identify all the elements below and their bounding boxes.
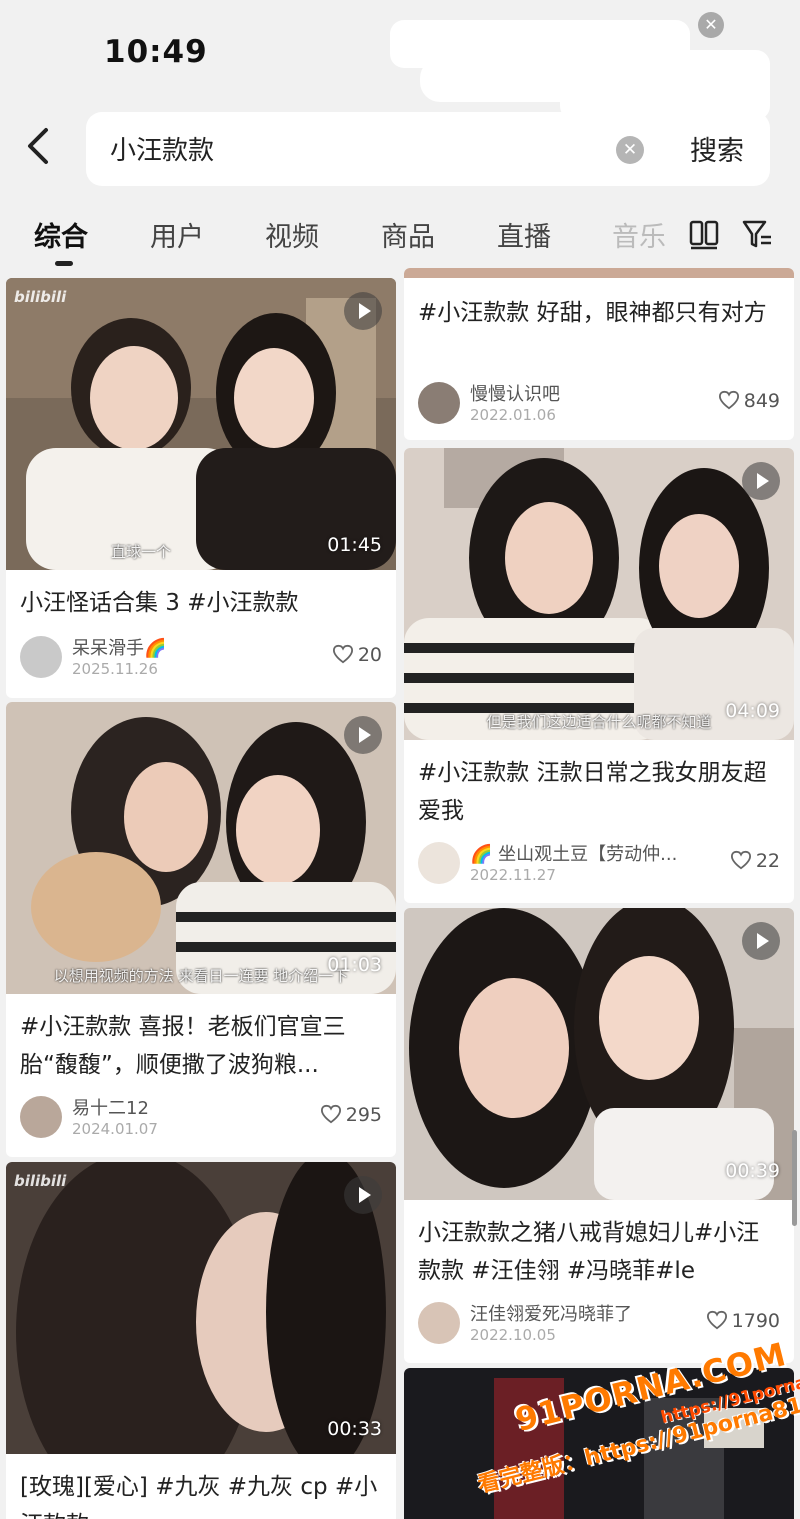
video-duration: 00:39 [725, 1160, 780, 1182]
video-card[interactable]: 以想用视频的方法 来看日一连要 地介绍一下 01:03 #小汪款款 喜报！老板们… [6, 702, 396, 1157]
thumbnail-image [404, 908, 794, 1200]
video-title[interactable]: #小汪款款 好甜，眼神都只有对方 [418, 294, 780, 332]
video-thumbnail[interactable]: 但是我们这边适合什么呢都不知道 04:09 [404, 448, 794, 740]
video-title[interactable]: #小汪款款 汪款日常之我女朋友超爱我 [418, 754, 780, 830]
heart-icon [718, 390, 739, 410]
video-card[interactable]: bilibili 直球一个 01:45 小汪怪话合集 3 #小汪款款 呆呆滑手🌈… [6, 278, 396, 698]
play-icon [742, 922, 780, 960]
video-thumbnail[interactable]: bilibili 直球一个 01:45 [6, 278, 396, 570]
like-count-value: 20 [357, 644, 382, 666]
like-count[interactable]: 22 [730, 850, 780, 872]
post-date: 2022.11.27 [470, 866, 556, 884]
video-meta: 汪佳翎爱死冯晓菲了 2022.10.05 1790 [418, 1300, 780, 1348]
author-name[interactable]: 呆呆滑手🌈 [72, 634, 166, 660]
avatar[interactable] [20, 1096, 62, 1138]
like-count[interactable]: 1790 [706, 1310, 780, 1332]
avatar[interactable] [418, 1302, 460, 1344]
back-button[interactable] [24, 126, 64, 170]
post-date: 2024.01.07 [72, 1120, 158, 1138]
avatar[interactable] [418, 382, 460, 424]
scrollbar[interactable] [792, 1130, 797, 1226]
author-name[interactable]: 汪佳翎爱死冯晓菲了 [470, 1300, 632, 1326]
clear-icon[interactable]: ✕ [616, 136, 644, 164]
thumbnail-image [6, 278, 396, 570]
video-meta: 🌈 坐山观土豆【劳动仲... 2022.11.27 22 [418, 840, 780, 888]
layout-toggle-icon[interactable] [688, 217, 720, 251]
video-card[interactable]: 但是我们这边适合什么呢都不知道 04:09 #小汪款款 汪款日常之我女朋友超爱我… [404, 448, 794, 903]
tab-music[interactable]: 音乐 [612, 215, 666, 254]
video-duration: 00:33 [327, 1418, 382, 1440]
video-card[interactable]: bilibili 00:33 [玫瑰][爱心] #九灰 #九灰 cp #小汪款款 [6, 1162, 396, 1519]
post-date: 2022.10.05 [470, 1326, 556, 1344]
tab-live[interactable]: 直播 [497, 215, 551, 254]
tab-products[interactable]: 商品 [381, 215, 435, 254]
filter-icon[interactable] [741, 217, 773, 251]
video-duration: 01:03 [327, 954, 382, 976]
video-duration: 04:09 [725, 700, 780, 722]
like-count[interactable]: 295 [320, 1104, 382, 1126]
video-title[interactable]: 小汪怪话合集 3 #小汪款款 [20, 584, 382, 622]
bilibili-logo: bilibili [14, 1172, 67, 1190]
video-thumbnail[interactable]: bilibili 00:33 [6, 1162, 396, 1454]
status-bar: 10:49 ✕ [0, 0, 800, 120]
active-tab-indicator [55, 261, 73, 266]
video-title[interactable]: #小汪款款 喜报！老板们官宣三胎“馥馥”，顺便撒了波狗粮... [20, 1008, 382, 1084]
like-count-value: 295 [345, 1104, 382, 1126]
video-meta: 慢慢认识吧 2022.01.06 849 [418, 380, 780, 428]
thumbnail-image [404, 448, 794, 740]
close-icon[interactable]: ✕ [698, 12, 724, 38]
search-bar: 小汪款款 ✕ 搜索 [0, 108, 800, 190]
post-date: 2022.01.06 [470, 406, 556, 424]
heart-icon [706, 1310, 727, 1330]
video-meta: 易十二12 2024.01.07 295 [20, 1094, 382, 1142]
bilibili-logo: bilibili [14, 288, 67, 306]
video-duration: 01:45 [327, 534, 382, 556]
search-button[interactable]: 搜索 [690, 129, 744, 168]
watermark: 91PORNA.COM https://91porna81.com 看完整版：h… [468, 1335, 800, 1515]
play-icon [742, 462, 780, 500]
video-card[interactable]: #小汪款款 好甜，眼神都只有对方 慢慢认识吧 2022.01.06 849 [404, 268, 794, 440]
author-name[interactable]: 易十二12 [72, 1094, 149, 1120]
like-count-value: 22 [755, 850, 780, 872]
like-count-value: 1790 [731, 1310, 780, 1332]
like-count[interactable]: 849 [718, 390, 780, 412]
heart-icon [332, 644, 353, 664]
status-time: 10:49 [104, 34, 208, 70]
video-thumbnail[interactable]: 以想用视频的方法 来看日一连要 地介绍一下 01:03 [6, 702, 396, 994]
avatar[interactable] [20, 636, 62, 678]
thumbnail-image [6, 702, 396, 994]
heart-icon [320, 1104, 341, 1124]
video-title[interactable]: [玫瑰][爱心] #九灰 #九灰 cp #小汪款款 [20, 1468, 382, 1519]
heart-icon [730, 850, 751, 870]
video-title[interactable]: 小汪款款之猪八戒背媳妇儿#小汪款款 #汪佳翎 #冯晓菲#le [418, 1214, 780, 1290]
video-meta: 呆呆滑手🌈 2025.11.26 20 [20, 634, 382, 682]
author-name[interactable]: 🌈 坐山观土豆【劳动仲... [470, 840, 677, 866]
play-icon [344, 716, 382, 754]
tab-all[interactable]: 综合 [34, 215, 88, 254]
like-count[interactable]: 20 [332, 644, 382, 666]
play-icon [344, 1176, 382, 1214]
chevron-left-icon [28, 128, 48, 164]
thumbnail-edge [404, 268, 794, 278]
search-box[interactable]: 小汪款款 ✕ 搜索 [86, 112, 770, 186]
video-card[interactable]: 00:39 小汪款款之猪八戒背媳妇儿#小汪款款 #汪佳翎 #冯晓菲#le 汪佳翎… [404, 908, 794, 1363]
tab-videos[interactable]: 视频 [265, 215, 319, 254]
like-count-value: 849 [743, 390, 780, 412]
result-tabs: 综合 用户 视频 商品 直播 音乐 [0, 205, 800, 266]
video-thumbnail[interactable]: 00:39 [404, 908, 794, 1200]
search-input[interactable]: 小汪款款 [110, 130, 214, 167]
post-date: 2025.11.26 [72, 660, 158, 678]
search-results-screen: 10:49 ✕ 小汪款款 ✕ 搜索 综合 用户 视频 商品 直播 音乐 bili… [0, 0, 800, 1519]
author-name[interactable]: 慢慢认识吧 [470, 380, 560, 406]
avatar[interactable] [418, 842, 460, 884]
tab-users[interactable]: 用户 [150, 215, 204, 254]
thumbnail-image [6, 1162, 396, 1454]
play-icon [344, 292, 382, 330]
